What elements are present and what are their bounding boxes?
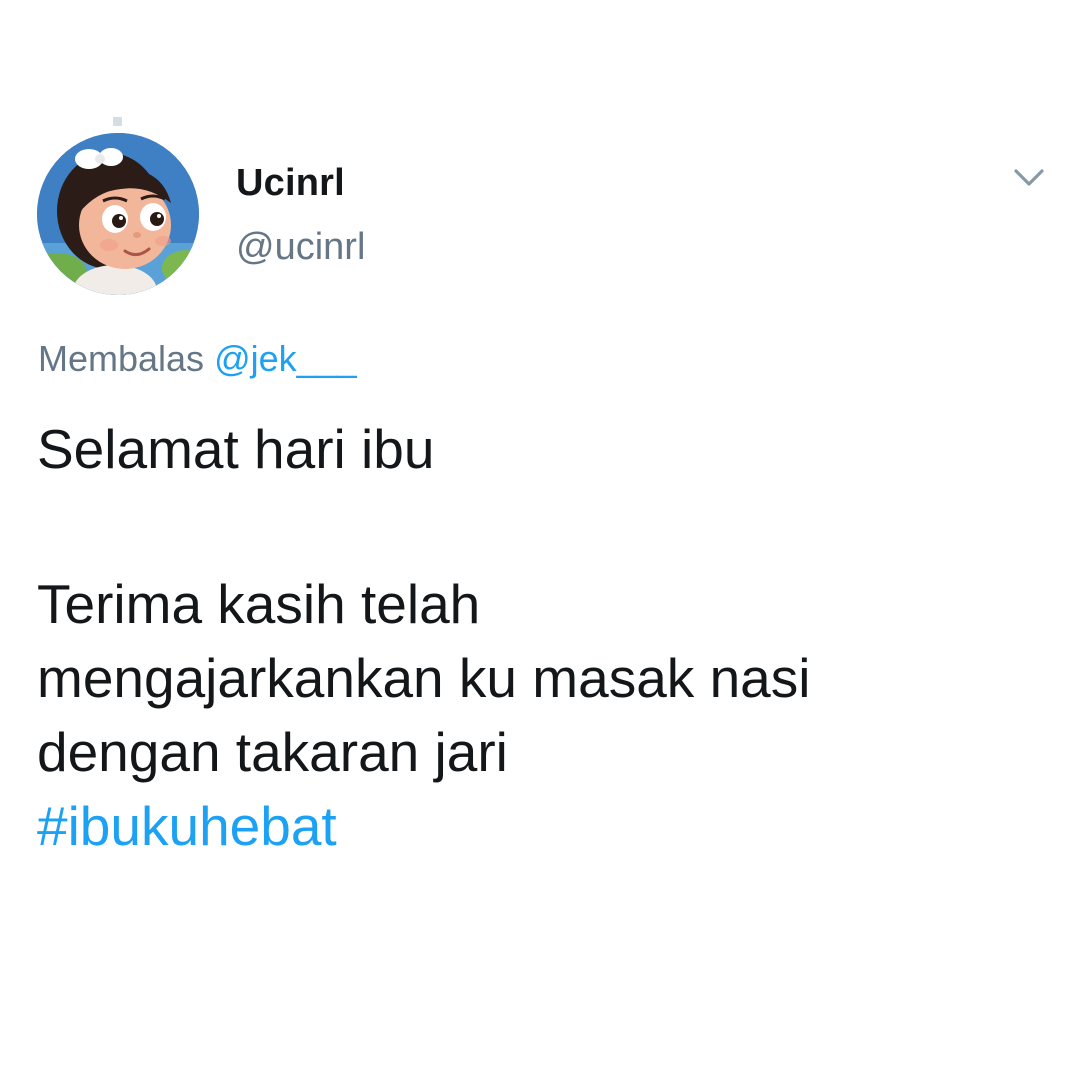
chevron-down-icon[interactable] <box>1011 164 1047 190</box>
reply-mention-link[interactable]: @jek___ <box>214 338 357 379</box>
tweet-text: Selamat hari ibu Terima kasih telah meng… <box>37 412 1037 863</box>
tweet-text-line: Selamat hari ibu <box>37 418 435 480</box>
hashtag-link[interactable]: #ibukuhebat <box>37 789 1037 863</box>
tweet-text-line: mengajarkankan ku masak nasi <box>37 647 811 709</box>
avatar[interactable] <box>37 133 199 295</box>
display-name[interactable]: Ucinrl <box>236 162 345 205</box>
tweet-card: Ucinrl @ucinrl Membalas @jek___ Selamat … <box>0 0 1080 1080</box>
header-dot <box>113 117 122 126</box>
cartoon-girl-avatar-icon <box>37 133 199 295</box>
tweet-text-line: dengan takaran jari <box>37 721 508 783</box>
user-handle[interactable]: @ucinrl <box>236 226 365 269</box>
tweet-text-line: Terima kasih telah <box>37 573 481 635</box>
reply-prefix: Membalas <box>38 338 205 379</box>
reply-context: Membalas @jek___ <box>38 338 357 380</box>
